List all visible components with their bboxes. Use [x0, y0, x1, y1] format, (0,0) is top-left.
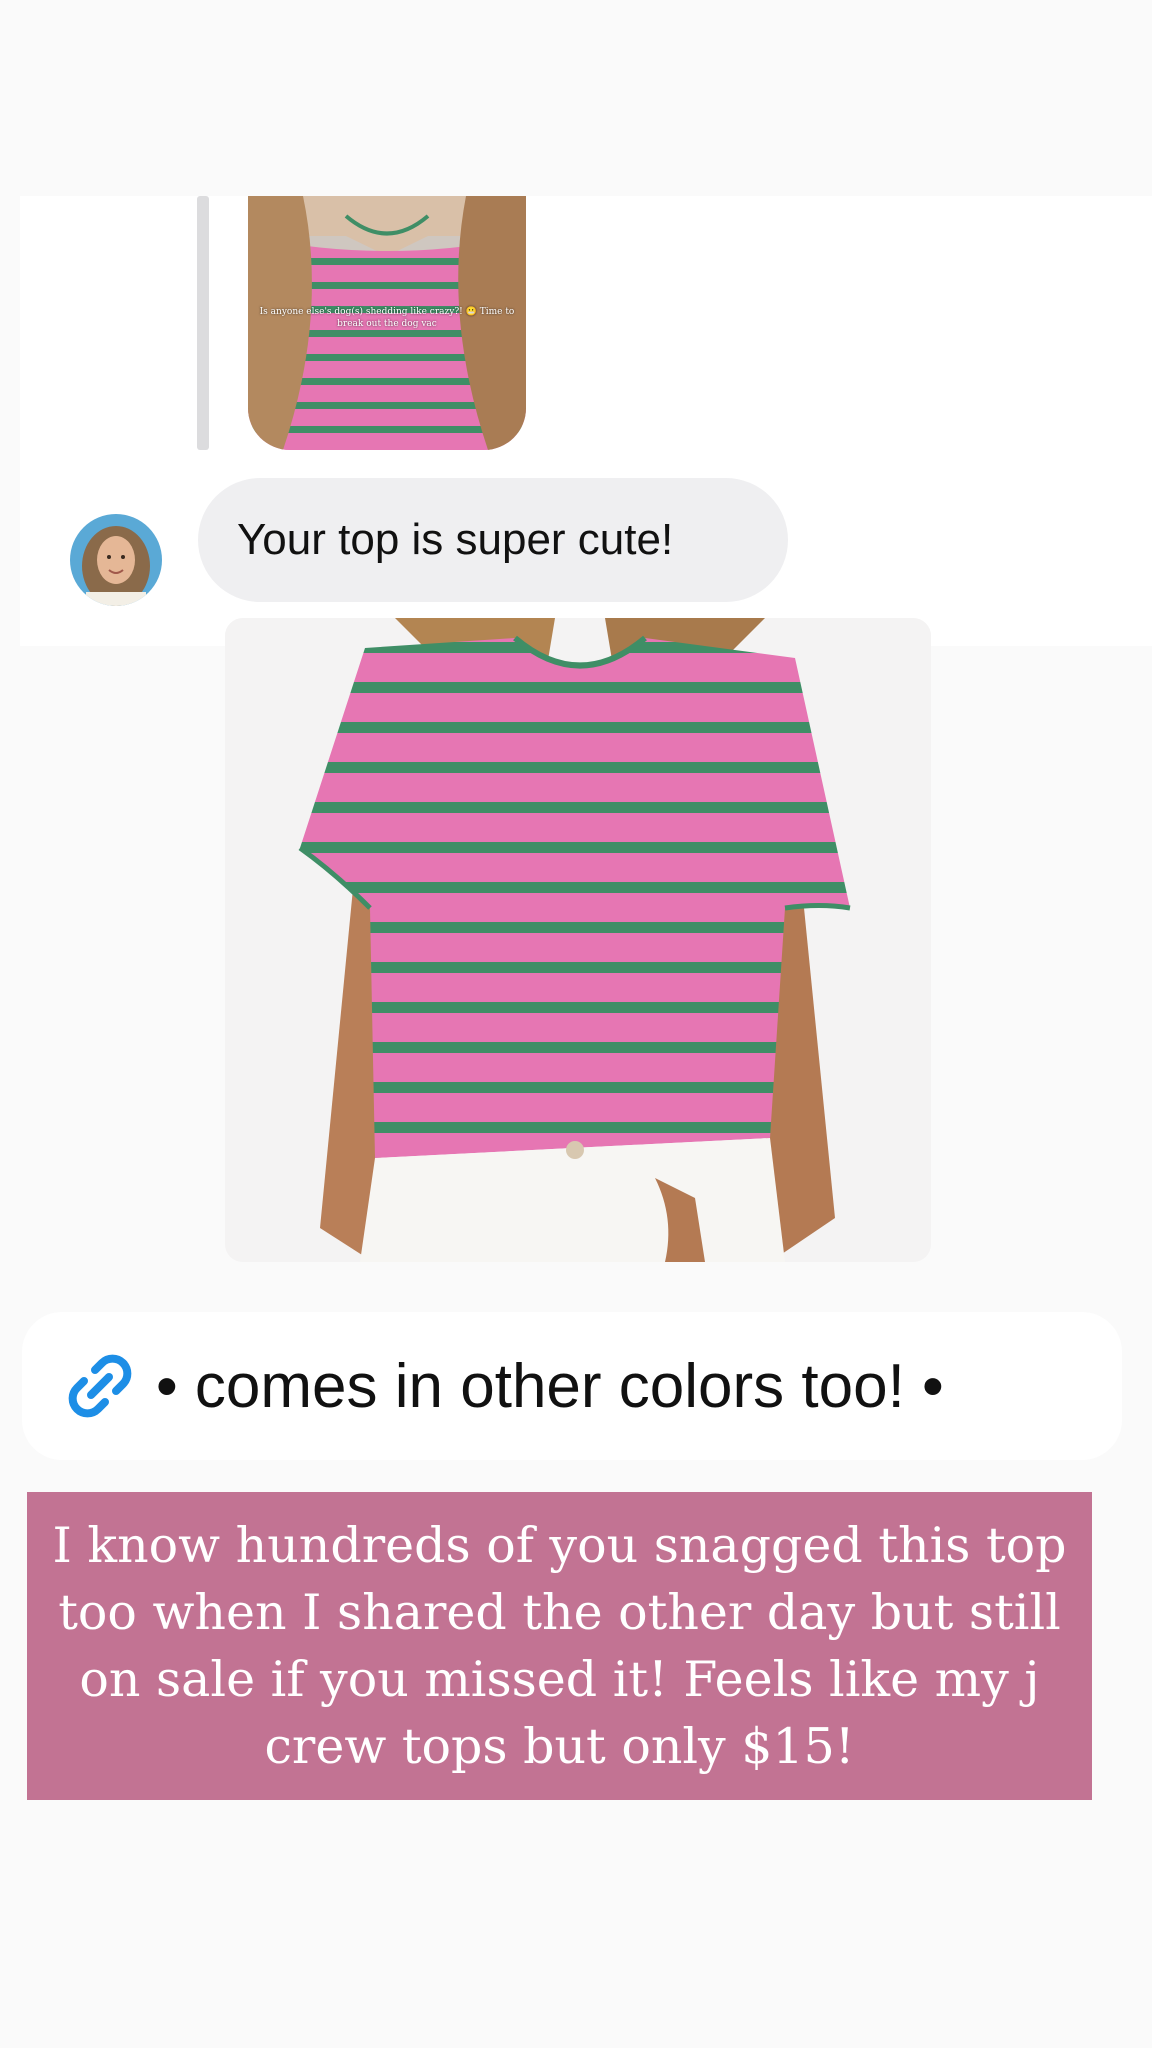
- story-caption-text: I know hundreds of you snagged this top …: [52, 1517, 1067, 1775]
- link-sticker[interactable]: • comes in other colors too! •: [22, 1312, 1122, 1460]
- story-caption-box: I know hundreds of you snagged this top …: [27, 1492, 1092, 1800]
- avatar[interactable]: [70, 514, 162, 606]
- reply-indicator-bar: [197, 196, 209, 450]
- message-bubble: Your top is super cute!: [198, 478, 788, 602]
- link-icon: [68, 1354, 132, 1418]
- product-photo: [225, 618, 931, 1262]
- message-text: Your top is super cute!: [237, 515, 674, 564]
- link-sticker-text[interactable]: • comes in other colors too! •: [156, 1351, 944, 1422]
- replied-story-thumbnail[interactable]: Is anyone else's dog(s) shedding like cr…: [248, 196, 526, 450]
- replied-story-caption: Is anyone else's dog(s) shedding like cr…: [259, 307, 515, 329]
